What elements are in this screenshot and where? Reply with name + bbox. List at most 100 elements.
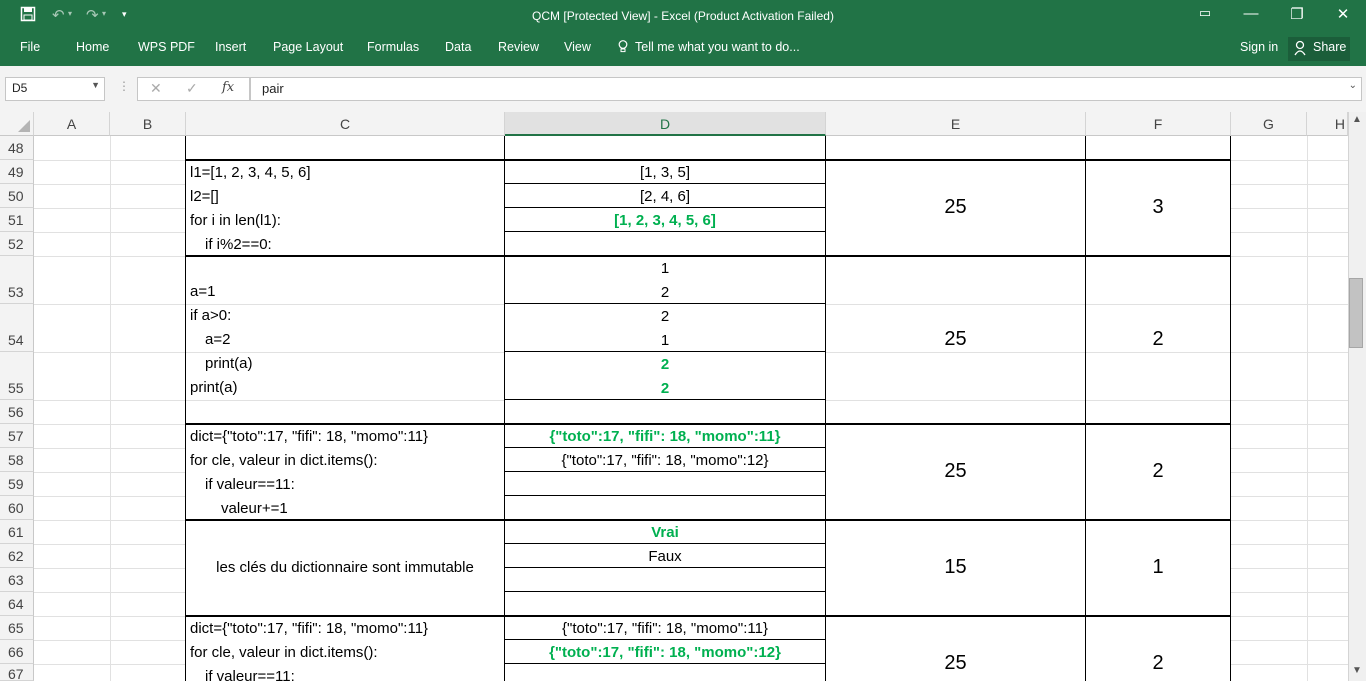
answer-cell[interactable]: 2 (505, 284, 825, 302)
row-header[interactable]: 64 (0, 592, 34, 616)
name-box[interactable]: D5 ▼ (5, 77, 105, 101)
close-icon[interactable]: ✕ (1328, 5, 1358, 23)
column-header-c[interactable]: C (186, 112, 505, 136)
code-line[interactable]: if a>0: (190, 307, 231, 325)
column-header-f[interactable]: F (1086, 112, 1231, 136)
correct-answer-cell[interactable]: [1, 2, 3, 4, 5, 6] (505, 212, 825, 230)
tab-page-layout[interactable]: Page Layout (273, 40, 343, 54)
row-header[interactable]: 66 (0, 640, 34, 664)
restore-icon[interactable]: ❐ (1282, 5, 1312, 23)
tab-file[interactable]: File (20, 40, 40, 54)
points-cell[interactable]: 25 (826, 329, 1085, 349)
row-header[interactable]: 58 (0, 448, 34, 472)
row-header[interactable]: 56 (0, 400, 34, 424)
code-line[interactable]: dict={"toto":17, "fifi": 18, "momo":11} (190, 620, 428, 638)
row-header[interactable]: 49 (0, 160, 34, 184)
code-line[interactable]: a=1 (190, 283, 215, 301)
code-line[interactable]: if i%2==0: (205, 236, 272, 254)
code-line[interactable]: for cle, valeur in dict.items(): (190, 644, 378, 662)
row-header[interactable]: 51 (0, 208, 34, 232)
formula-input[interactable]: pair ⌄ (250, 77, 1362, 101)
row-header[interactable]: 52 (0, 232, 34, 256)
tell-me-search[interactable]: Tell me what you want to do... (635, 40, 800, 54)
count-cell[interactable]: 3 (1086, 197, 1230, 217)
cancel-icon[interactable]: ✕ (150, 80, 162, 97)
code-line[interactable]: a=2 (205, 331, 230, 349)
column-header-h[interactable]: H (1307, 112, 1348, 136)
points-cell[interactable]: 25 (826, 653, 1085, 673)
code-line[interactable]: for i in len(l1): (190, 212, 281, 230)
answer-cell[interactable]: Faux (505, 548, 825, 566)
tab-insert[interactable]: Insert (215, 40, 246, 54)
tab-review[interactable]: Review (498, 40, 539, 54)
row-header[interactable]: 67 (0, 664, 34, 682)
column-header-d[interactable]: D (505, 112, 826, 136)
chevron-down-icon[interactable]: ▼ (91, 80, 100, 90)
scroll-down-icon[interactable]: ▼ (1352, 665, 1362, 676)
row-header[interactable]: 65 (0, 616, 34, 640)
answer-cell[interactable]: 1 (505, 260, 825, 278)
count-cell[interactable]: 2 (1086, 653, 1230, 673)
correct-answer-cell[interactable]: 2 (505, 380, 825, 398)
count-cell[interactable]: 1 (1086, 557, 1230, 577)
row-header[interactable]: 48 (0, 136, 34, 160)
row-header[interactable]: 57 (0, 424, 34, 448)
answer-cell[interactable]: [2, 4, 6] (505, 188, 825, 206)
vertical-scrollbar[interactable]: ▲ ▼ (1348, 112, 1366, 681)
row-header[interactable]: 59 (0, 472, 34, 496)
row-header[interactable]: 61 (0, 520, 34, 544)
correct-answer-cell[interactable]: Vrai (505, 524, 825, 542)
count-cell[interactable]: 2 (1086, 461, 1230, 481)
code-line[interactable]: l1=[1, 2, 3, 4, 5, 6] (190, 164, 311, 182)
tab-formulas[interactable]: Formulas (367, 40, 419, 54)
select-all-corner[interactable] (0, 112, 34, 136)
correct-answer-cell[interactable]: {"toto":17, "fifi": 18, "momo":12} (505, 644, 825, 662)
column-header-b[interactable]: B (110, 112, 186, 136)
column-header-g[interactable]: G (1231, 112, 1307, 136)
sign-in-link[interactable]: Sign in (1240, 40, 1278, 54)
row-header[interactable]: 60 (0, 496, 34, 520)
expand-formula-icon[interactable]: ⌄ (1349, 80, 1357, 91)
gridline (186, 400, 505, 401)
tab-view[interactable]: View (564, 40, 591, 54)
code-line[interactable]: l2=[] (190, 188, 219, 206)
code-line[interactable]: dict={"toto":17, "fifi": 18, "momo":11} (190, 428, 428, 446)
code-line[interactable]: print(a) (205, 355, 253, 373)
tab-wps-pdf[interactable]: WPS PDF (138, 40, 195, 54)
points-cell[interactable]: 25 (826, 197, 1085, 217)
column-header-e[interactable]: E (826, 112, 1086, 136)
answer-cell[interactable]: [1, 3, 5] (505, 164, 825, 182)
answer-cell[interactable]: 1 (505, 332, 825, 350)
points-cell[interactable]: 25 (826, 461, 1085, 481)
column-header-a[interactable]: A (34, 112, 110, 136)
tab-home[interactable]: Home (76, 40, 109, 54)
answer-cell[interactable]: {"toto":17, "fifi": 18, "momo":12} (505, 452, 825, 470)
code-line[interactable]: if valeur==11: (205, 476, 295, 494)
scroll-up-icon[interactable]: ▲ (1352, 114, 1362, 125)
row-header[interactable]: 54 (0, 304, 34, 352)
enter-icon[interactable]: ✓ (186, 80, 198, 97)
share-button[interactable]: Share (1288, 37, 1350, 61)
statement-cell[interactable]: les clés du dictionnaire sont immutable (186, 559, 504, 577)
code-line[interactable]: if valeur==11: (205, 668, 295, 686)
row-header[interactable]: 63 (0, 568, 34, 592)
code-line[interactable]: print(a) (190, 379, 238, 397)
row-header[interactable]: 53 (0, 256, 34, 304)
ribbon-display-icon[interactable]: ▭ (1190, 5, 1220, 21)
row-header[interactable]: 50 (0, 184, 34, 208)
splitter-handle[interactable]: ⋮ (118, 79, 130, 93)
insert-function-icon[interactable]: fx (222, 80, 234, 95)
correct-answer-cell[interactable]: {"toto":17, "fifi": 18, "momo":11} (505, 428, 825, 446)
answer-cell[interactable]: 2 (505, 308, 825, 326)
tab-data[interactable]: Data (445, 40, 471, 54)
scrollbar-thumb[interactable] (1349, 278, 1363, 348)
code-line[interactable]: valeur+=1 (221, 500, 288, 518)
correct-answer-cell[interactable]: 2 (505, 356, 825, 374)
code-line[interactable]: for cle, valeur in dict.items(): (190, 452, 378, 470)
count-cell[interactable]: 2 (1086, 329, 1230, 349)
row-header[interactable]: 62 (0, 544, 34, 568)
minimize-icon[interactable]: — (1236, 5, 1266, 22)
row-header[interactable]: 55 (0, 352, 34, 400)
answer-cell[interactable]: {"toto":17, "fifi": 18, "momo":11} (505, 620, 825, 638)
points-cell[interactable]: 15 (826, 557, 1085, 577)
